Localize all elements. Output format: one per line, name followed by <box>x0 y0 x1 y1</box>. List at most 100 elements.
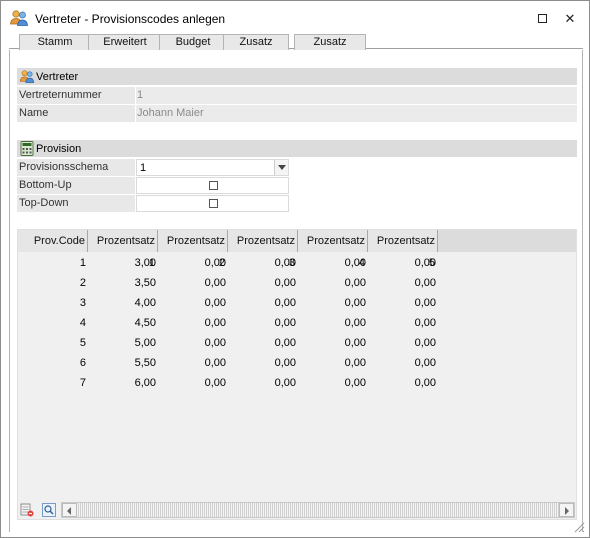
name-value: Johann Maier <box>136 105 577 122</box>
bottom-up-checkbox[interactable] <box>209 181 218 190</box>
cell-prov-code[interactable]: 4 <box>18 313 88 333</box>
title-bar: Vertreter - Provisionscodes anlegen ✕ <box>1 1 589 35</box>
cell-prozentsatz[interactable]: 0,00 <box>158 293 228 313</box>
tab-erweitert[interactable]: Erweitert <box>88 34 162 50</box>
cell-prozentsatz[interactable]: 0,00 <box>228 373 298 393</box>
table-row[interactable]: 2 3,50 0,00 0,00 0,00 0,00 <box>18 273 448 293</box>
cell-prozentsatz[interactable]: 4,50 <box>88 313 158 333</box>
cell-prozentsatz[interactable]: 0,00 <box>228 293 298 313</box>
cell-prozentsatz[interactable]: 0,00 <box>368 333 438 353</box>
tab-label: Erweitert <box>103 36 147 48</box>
cell-prozentsatz[interactable]: 4,00 <box>88 293 158 313</box>
cell-prozentsatz[interactable]: 0,00 <box>298 373 368 393</box>
cell-prozentsatz[interactable]: 5,00 <box>88 333 158 353</box>
cell-prozentsatz[interactable]: 0,00 <box>368 313 438 333</box>
bottom-up-field <box>136 177 289 194</box>
close-icon: ✕ <box>564 11 576 26</box>
field-row-provisionsschema: Provisionsschema <box>17 159 577 176</box>
users-icon <box>19 70 35 83</box>
resize-grip-icon[interactable] <box>573 521 585 533</box>
vertreternummer-value: 1 <box>136 87 577 104</box>
cell-prozentsatz[interactable]: 0,00 <box>298 333 368 353</box>
calculator-icon <box>20 141 34 156</box>
cell-prozentsatz[interactable]: 3,00 <box>88 253 158 273</box>
field-label: Name <box>17 105 135 122</box>
field-label: Top-Down <box>17 195 135 212</box>
delete-row-icon[interactable] <box>20 503 34 517</box>
chevron-down-icon[interactable] <box>274 160 288 175</box>
cell-prozentsatz[interactable]: 0,00 <box>158 373 228 393</box>
tab-strip: Stamm Erweitert Budget Zusatz Zusatz <box>9 33 583 50</box>
cell-prozentsatz[interactable]: 0,00 <box>228 353 298 373</box>
cell-prozentsatz[interactable]: 0,00 <box>368 373 438 393</box>
cell-prozentsatz[interactable]: 0,00 <box>298 253 368 273</box>
field-row-name: Name Johann Maier <box>17 105 577 122</box>
tab-content-provision: Vertreter Vertreternummer 1 Name Johann … <box>9 50 583 532</box>
tab-label: Zusatz <box>239 36 273 48</box>
table-row[interactable]: 1 3,00 0,00 0,00 0,00 0,00 <box>18 253 448 273</box>
cell-prozentsatz[interactable]: 0,00 <box>298 353 368 373</box>
column-header-prozentsatz-2[interactable]: Prozentsatz 2 <box>158 230 228 269</box>
tab-label: Zusatz <box>313 36 347 48</box>
table-row[interactable]: 4 4,50 0,00 0,00 0,00 0,00 <box>18 313 448 333</box>
table-row[interactable]: 7 6,00 0,00 0,00 0,00 0,00 <box>18 373 448 393</box>
column-header-prozentsatz-4[interactable]: Prozentsatz 4 <box>298 230 368 269</box>
cell-prozentsatz[interactable]: 0,00 <box>158 253 228 273</box>
grid-header: Prov.Code Prozentsatz 1 Prozentsatz 2 Pr… <box>18 230 576 269</box>
scroll-left-arrow[interactable] <box>62 503 77 517</box>
table-row[interactable]: 5 5,00 0,00 0,00 0,00 0,00 <box>18 333 448 353</box>
cell-prozentsatz[interactable]: 0,00 <box>158 333 228 353</box>
cell-prozentsatz[interactable]: 5,50 <box>88 353 158 373</box>
cell-prov-code[interactable]: 6 <box>18 353 88 373</box>
cell-prozentsatz[interactable]: 3,50 <box>88 273 158 293</box>
cell-prozentsatz[interactable]: 0,00 <box>298 293 368 313</box>
table-row[interactable]: 6 5,50 0,00 0,00 0,00 0,00 <box>18 353 448 373</box>
column-header-prov-code[interactable]: Prov.Code <box>18 230 88 252</box>
cell-prozentsatz[interactable]: 0,00 <box>158 313 228 333</box>
cell-prozentsatz[interactable]: 0,00 <box>368 353 438 373</box>
dialog-window: Vertreter - Provisionscodes anlegen ✕ St… <box>0 0 590 538</box>
cell-prozentsatz[interactable]: 0,00 <box>228 313 298 333</box>
cell-prozentsatz[interactable]: 0,00 <box>228 273 298 293</box>
cell-prov-code[interactable]: 7 <box>18 373 88 393</box>
search-icon[interactable] <box>42 503 56 517</box>
cell-prozentsatz[interactable]: 0,00 <box>228 253 298 273</box>
tab-stamm[interactable]: Stamm <box>19 34 91 50</box>
section-provision: Provision <box>17 140 577 157</box>
field-row-vertreternummer: Vertreternummer 1 <box>17 87 577 104</box>
cell-prozentsatz[interactable]: 0,00 <box>368 293 438 313</box>
horizontal-scrollbar[interactable] <box>61 502 575 518</box>
section-vertreter: Vertreter <box>17 68 577 85</box>
table-row[interactable]: 3 4,00 0,00 0,00 0,00 0,00 <box>18 293 448 313</box>
window-title: Vertreter - Provisionscodes anlegen <box>35 12 226 26</box>
column-header-prozentsatz-5[interactable]: Prozentsatz 5 <box>368 230 438 269</box>
field-row-bottom-up: Bottom-Up <box>17 177 577 194</box>
cell-prozentsatz[interactable]: 0,00 <box>158 353 228 373</box>
cell-prozentsatz[interactable]: 0,00 <box>298 313 368 333</box>
tab-label: Budget <box>175 36 211 48</box>
grid-footer <box>18 501 576 519</box>
cell-prozentsatz[interactable]: 0,00 <box>228 333 298 353</box>
scroll-right-arrow[interactable] <box>559 503 574 517</box>
maximize-icon <box>537 14 547 24</box>
top-down-checkbox[interactable] <box>209 199 218 208</box>
cell-prov-code[interactable]: 2 <box>18 273 88 293</box>
provision-grid[interactable]: Prov.Code Prozentsatz 1 Prozentsatz 2 Pr… <box>17 229 577 520</box>
field-label: Provisionsschema <box>17 159 135 176</box>
column-header-prozentsatz-1[interactable]: Prozentsatz 1 <box>88 230 158 269</box>
cell-prozentsatz[interactable]: 6,00 <box>88 373 158 393</box>
field-row-top-down: Top-Down <box>17 195 577 212</box>
tab-zusatz[interactable]: Zusatz <box>223 34 289 50</box>
cell-prozentsatz[interactable]: 0,00 <box>368 253 438 273</box>
cell-prov-code[interactable]: 5 <box>18 333 88 353</box>
tab-budget[interactable]: Budget <box>159 34 227 50</box>
column-header-prozentsatz-3[interactable]: Prozentsatz 3 <box>228 230 298 269</box>
cell-prov-code[interactable]: 1 <box>18 253 88 273</box>
cell-prozentsatz[interactable]: 0,00 <box>158 273 228 293</box>
tab-zusatz[interactable]: Zusatz <box>294 34 366 50</box>
provisionsschema-combo[interactable]: 1 <box>136 159 289 176</box>
cell-prov-code[interactable]: 3 <box>18 293 88 313</box>
cell-prozentsatz[interactable]: 0,00 <box>298 273 368 293</box>
cell-prozentsatz[interactable]: 0,00 <box>368 273 438 293</box>
close-button[interactable]: ✕ <box>553 7 587 31</box>
